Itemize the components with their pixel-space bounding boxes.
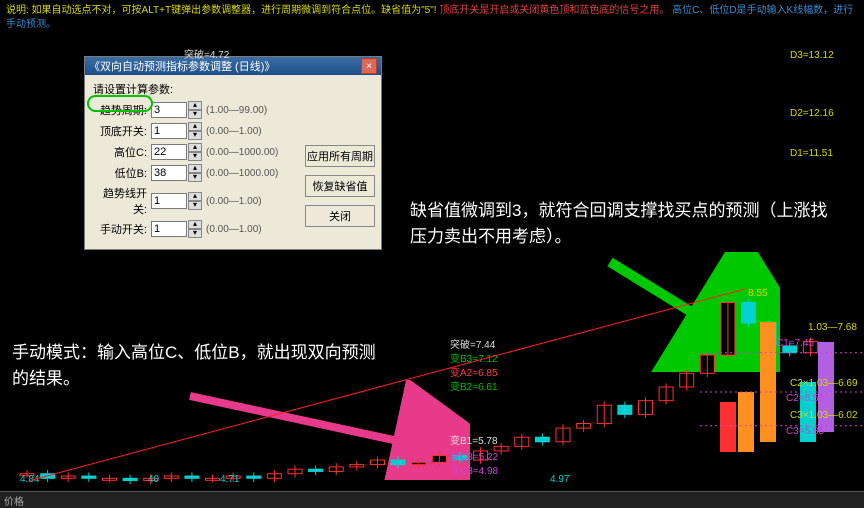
param-range: (0.00—1.00) xyxy=(206,196,262,207)
price-level-label: D1=11.51 xyxy=(790,148,833,159)
spin-down-icon[interactable]: ▾ xyxy=(188,229,202,238)
x-axis-label: 4.97 xyxy=(550,474,569,485)
apply-all-button[interactable]: 应用所有周期 xyxy=(305,145,375,167)
param-label: 手动开关: xyxy=(93,221,147,237)
close-icon[interactable]: × xyxy=(361,58,377,74)
price-level-label: 变B1=5.78 xyxy=(450,432,498,447)
price-level-label: D2=12.16 xyxy=(790,108,834,119)
price-level-label: C2×1.03—6.69 xyxy=(790,378,858,389)
param-range: (0.00—1000.00) xyxy=(206,147,278,158)
reset-button[interactable]: 恢复缺省值 xyxy=(305,175,375,197)
footer-bar: 价格 xyxy=(0,491,864,508)
close-button[interactable]: 关闭 xyxy=(305,205,375,227)
price-level-label: C3×1.03—6.02 xyxy=(790,410,858,421)
param-input-4[interactable] xyxy=(151,193,187,209)
spin-down-icon[interactable]: ▾ xyxy=(188,152,202,161)
price-level-label: 变C3=5.22 xyxy=(450,448,498,463)
spin-down-icon[interactable]: ▾ xyxy=(188,131,202,140)
spin-down-icon[interactable]: ▾ xyxy=(188,201,202,210)
param-range: (0.00—1.00) xyxy=(206,224,262,235)
param-label: 低位B: xyxy=(93,165,147,181)
price-level-label: 突破=7.44 xyxy=(450,336,495,351)
spin-down-icon[interactable]: ▾ xyxy=(188,110,202,119)
top-instruction: 说明: 如果自动选点不对，可按ALT+T键弹出参数调整器，进行周期微调到符合点位… xyxy=(6,4,858,32)
param-input-0[interactable] xyxy=(151,102,187,118)
param-input-2[interactable] xyxy=(151,144,187,160)
param-input-1[interactable] xyxy=(151,123,187,139)
spin-down-icon[interactable]: ▾ xyxy=(188,173,202,182)
param-range: (0.00—1.00) xyxy=(206,126,262,137)
price-level-label: 变C3=4.98 xyxy=(450,462,498,477)
x-axis-label: 4.71 xyxy=(220,474,239,485)
param-dialog: 《双向自动预测指标参数调整 (日线)》 × 请设置计算参数: 趋势周期: ▴▾ … xyxy=(84,56,382,250)
param-input-5[interactable] xyxy=(151,221,187,237)
price-level-label: C3=5.85 xyxy=(786,426,824,437)
price-level-label: D3=13.12 xyxy=(790,50,834,61)
param-label: 顶底开关: xyxy=(93,123,147,139)
x-axis-label: 40 xyxy=(148,474,159,485)
param-label: 趋势线开关: xyxy=(93,185,147,217)
green-annotation: 缺省值微调到3，就符合回调支撑找买点的预测（上涨找压力卖出不用考虑）。 xyxy=(410,198,840,250)
param-input-3[interactable] xyxy=(151,165,187,181)
dialog-title: 《双向自动预测指标参数调整 (日线)》 xyxy=(89,58,275,74)
candlestick-chart xyxy=(0,282,864,492)
price-level-label: 变B2=6.61 xyxy=(450,378,498,393)
dialog-titlebar[interactable]: 《双向自动预测指标参数调整 (日线)》 × xyxy=(85,57,381,75)
footer-label: 价格 xyxy=(4,493,24,508)
price-level-label: C2=6.59 xyxy=(786,393,824,404)
param-range: (1.00—99.00) xyxy=(206,105,267,116)
price-level-label: 8.55 xyxy=(748,288,767,299)
param-label: 趋势周期: xyxy=(93,102,147,118)
param-label: 高位C: xyxy=(93,144,147,160)
price-level-label: C1=7.45 xyxy=(776,338,814,349)
dialog-prompt: 请设置计算参数: xyxy=(93,81,373,97)
param-range: (0.00—1000.00) xyxy=(206,168,278,179)
price-level-label: 突破=4.72 xyxy=(184,46,229,61)
price-level-label: 1.03—7.68 xyxy=(808,322,857,333)
